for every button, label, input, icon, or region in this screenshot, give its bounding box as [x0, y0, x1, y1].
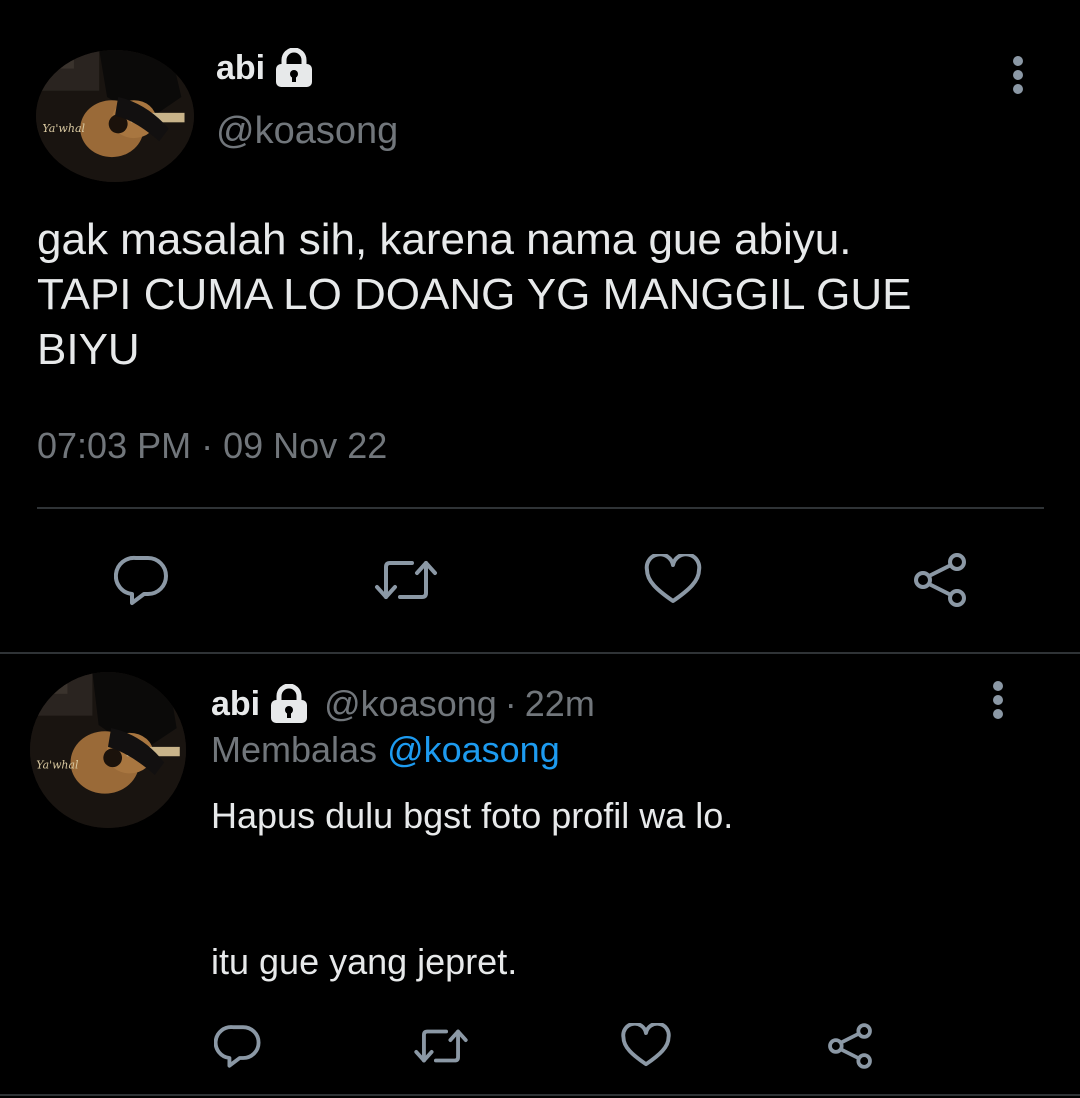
like-button[interactable] [618, 1020, 674, 1072]
share-button[interactable] [822, 1018, 878, 1074]
tweet-thread: Ya'whal abi @koasong gak masalah sih, ka… [0, 0, 1080, 1098]
divider [37, 507, 1044, 509]
more-vertical-icon [1012, 55, 1024, 95]
reply-icon [214, 1023, 262, 1069]
tweet-text-line: gak masalah sih, karena nama gue abiyu. [37, 215, 852, 264]
tweet-text-line: TAPI CUMA LO DOANG YG MANGGIL GUE [37, 270, 912, 319]
tweet-date: 09 Nov 22 [223, 425, 388, 466]
share-button[interactable] [905, 548, 975, 612]
author-handle[interactable]: @koasong [324, 683, 497, 725]
retweet-icon [372, 555, 440, 605]
lock-icon [273, 48, 315, 88]
heart-icon [643, 554, 703, 606]
replying-to: Membalas @koasong [211, 728, 560, 772]
reply-button[interactable] [210, 1020, 266, 1072]
display-name[interactable]: abi [216, 49, 265, 88]
reply-author-row: abi @koasong · 22m [211, 682, 595, 726]
more-options-button[interactable] [978, 670, 1018, 730]
avatar[interactable]: Ya'whal [36, 50, 194, 182]
more-vertical-icon [992, 680, 1004, 720]
reply-icon [114, 554, 170, 606]
svg-text:Ya'whal: Ya'whal [42, 122, 85, 135]
share-icon [825, 1021, 875, 1071]
retweet-icon [412, 1024, 470, 1068]
svg-text:Ya'whal: Ya'whal [36, 759, 79, 772]
replying-to-link[interactable]: @koasong [387, 729, 560, 771]
author-handle[interactable]: @koasong [216, 110, 398, 153]
tweet-text: gak masalah sih, karena nama gue abiyu. … [37, 212, 1047, 377]
share-icon [910, 551, 970, 609]
more-options-button[interactable] [998, 45, 1038, 105]
retweet-button[interactable] [410, 1020, 472, 1072]
meta-separator: · [201, 425, 214, 466]
divider [0, 652, 1080, 654]
meta-separator: · [504, 683, 517, 724]
reply-text-line: Hapus dulu bgst foto profil wa lo. [211, 795, 734, 836]
reply-text-line: itu gue yang jepret. [211, 941, 518, 982]
tweet-timestamp[interactable]: 07:03 PM · 09 Nov 22 [37, 425, 387, 467]
lock-icon [268, 684, 310, 724]
reply-button[interactable] [106, 550, 178, 610]
display-name[interactable]: abi [211, 685, 260, 724]
retweet-button[interactable] [368, 550, 444, 610]
like-button[interactable] [638, 550, 708, 610]
divider [0, 1094, 1080, 1096]
avatar[interactable]: Ya'whal [30, 672, 186, 828]
author-row: abi [216, 46, 315, 90]
replying-to-label: Membalas [211, 729, 378, 770]
tweet-age[interactable]: 22m [525, 683, 595, 725]
tweet-time: 07:03 PM [37, 425, 192, 466]
heart-icon [620, 1023, 672, 1069]
tweet-text-line: BIYU [37, 325, 140, 374]
